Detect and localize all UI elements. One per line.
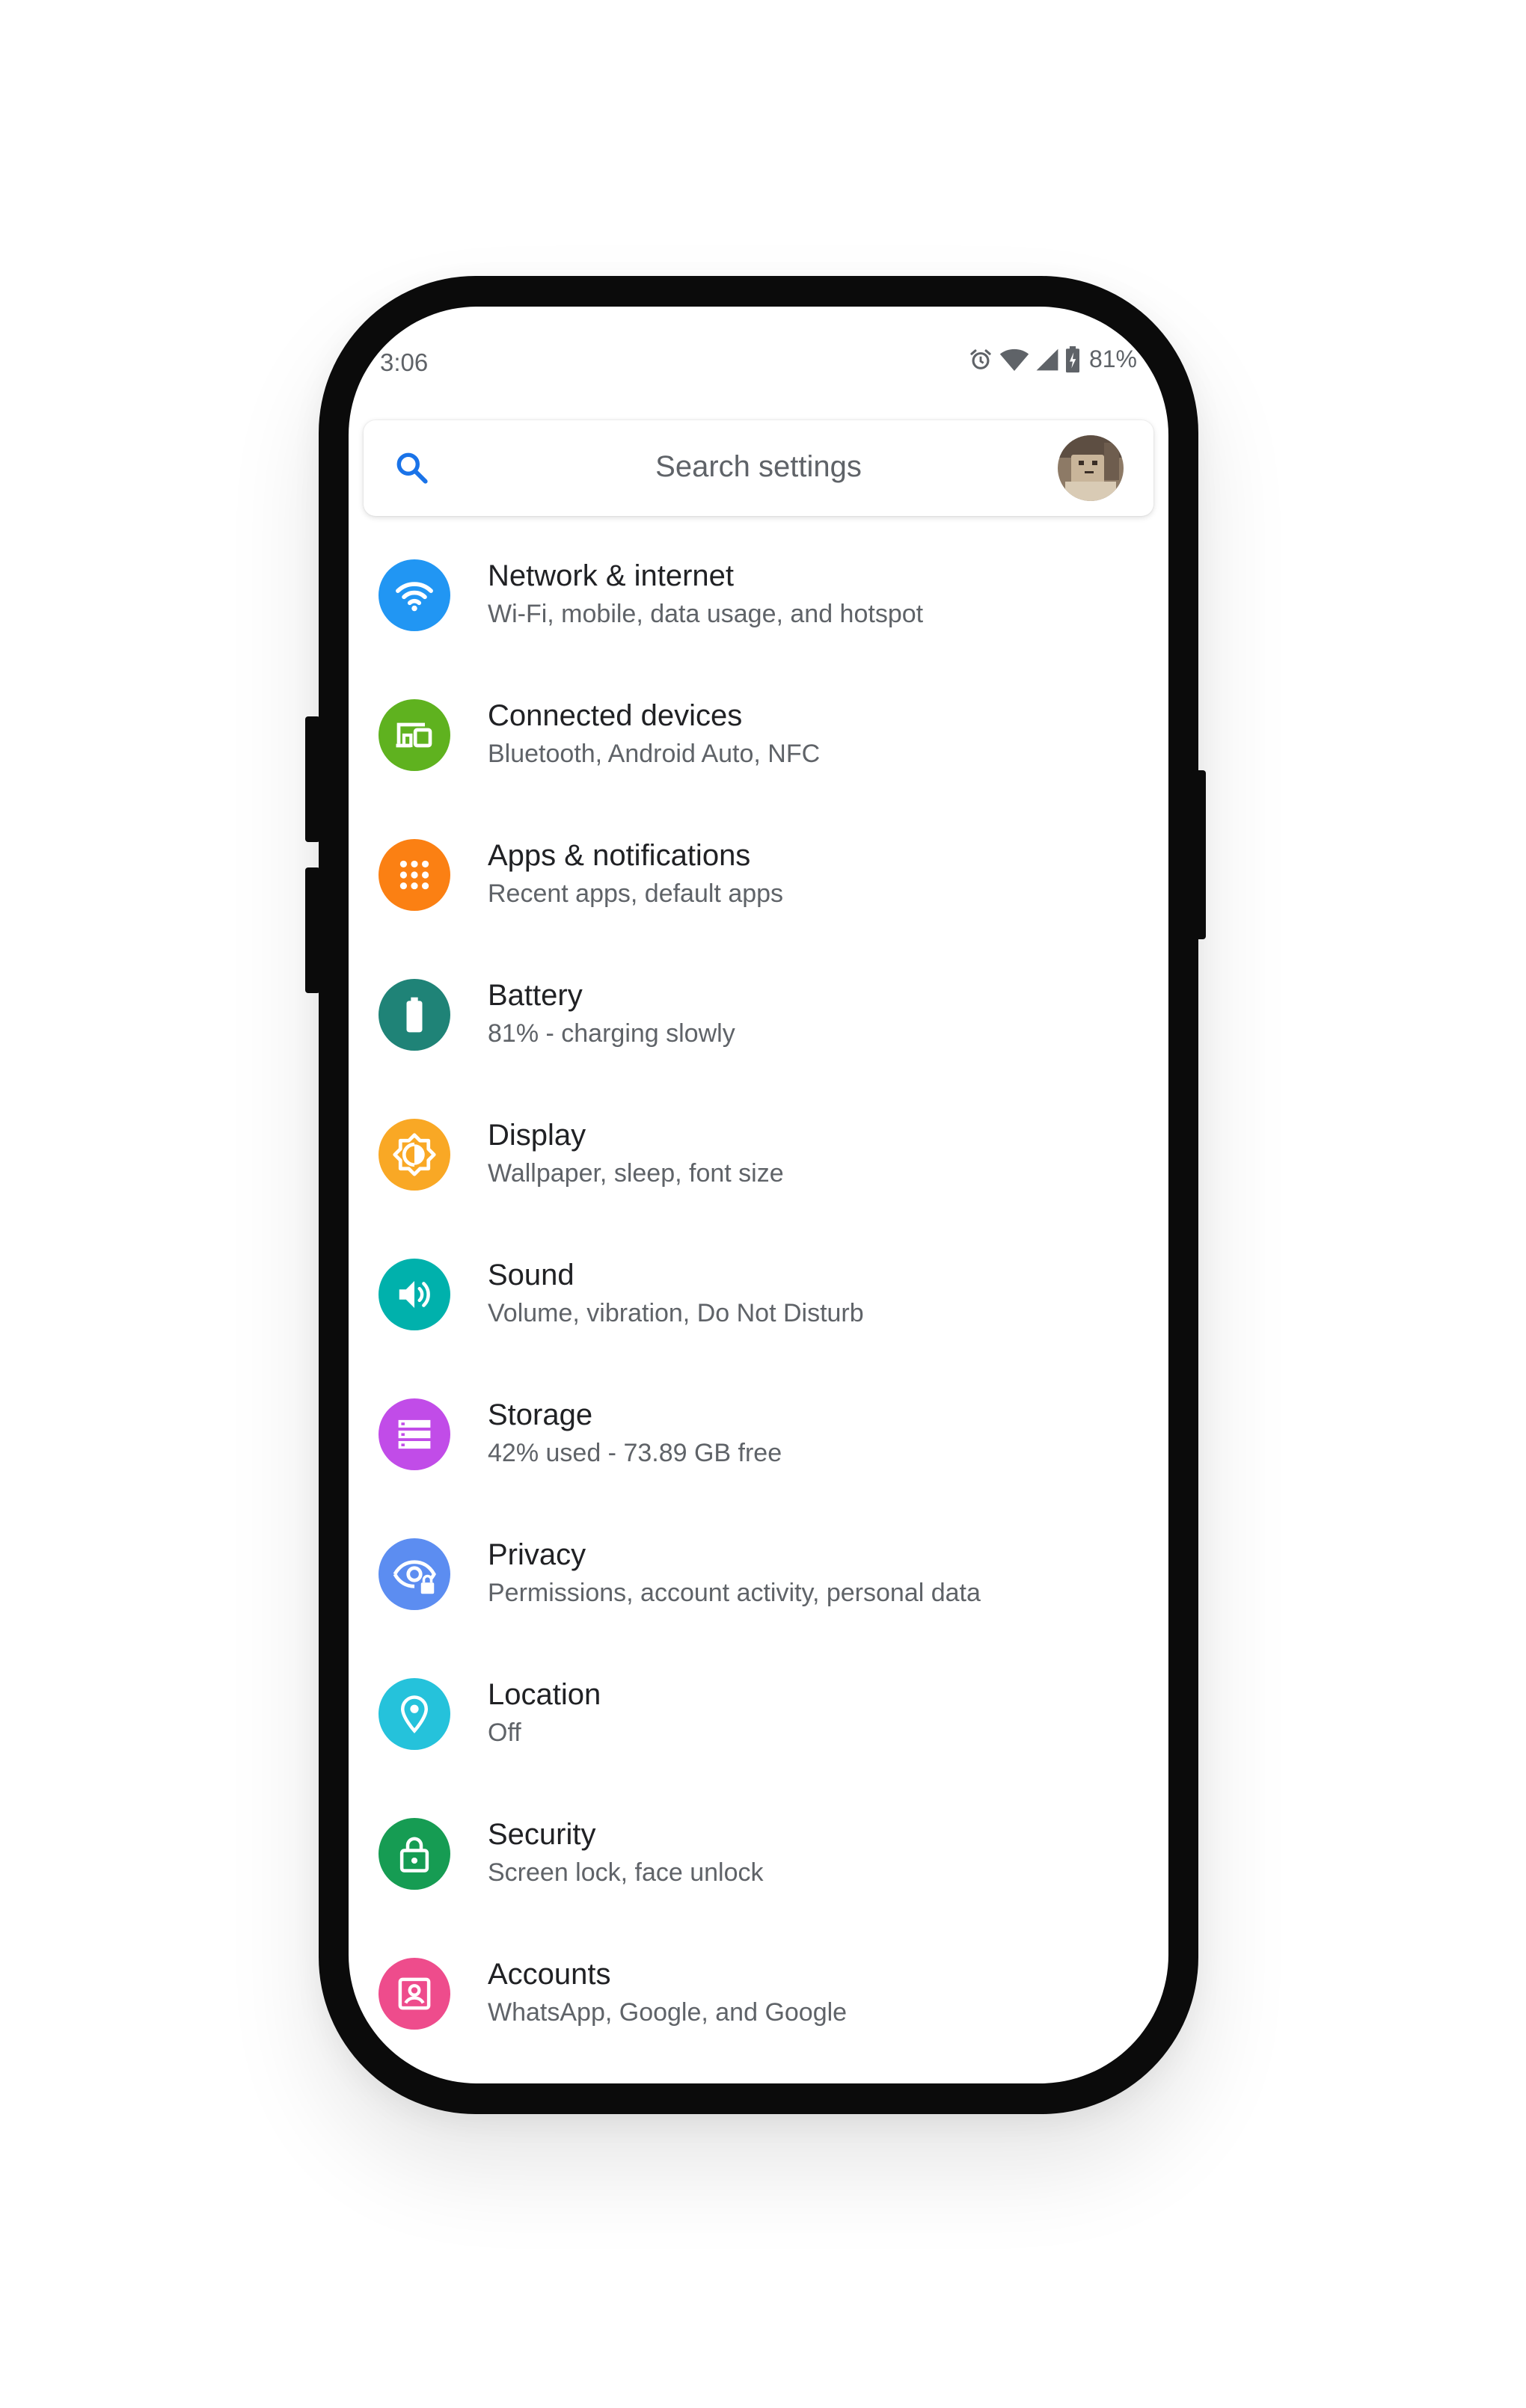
settings-item-location[interactable]: Location Off xyxy=(349,1672,1168,1812)
settings-item-sound[interactable]: Sound Volume, vibration, Do Not Disturb xyxy=(349,1253,1168,1392)
settings-item-subtitle: Permissions, account activity, personal … xyxy=(488,1579,981,1607)
settings-item-title: Battery xyxy=(488,979,583,1012)
settings-item-subtitle: Off xyxy=(488,1719,521,1747)
settings-item-subtitle: Wallpaper, sleep, font size xyxy=(488,1159,784,1188)
settings-item-subtitle: Screen lock, face unlock xyxy=(488,1858,764,1887)
status-icons: 81% xyxy=(968,345,1137,373)
phone-side-button xyxy=(305,867,320,993)
status-time: 3:06 xyxy=(380,348,429,376)
wifi-icon xyxy=(999,347,1029,372)
settings-item-title: Connected devices xyxy=(488,699,743,732)
battery-icon xyxy=(379,979,450,1051)
brightness-icon xyxy=(379,1119,450,1191)
settings-item-accounts[interactable]: Accounts WhatsApp, Google, and Google xyxy=(349,1952,1168,2083)
settings-item-title: Security xyxy=(488,1818,596,1851)
search-bar[interactable]: Search settings xyxy=(364,420,1153,516)
settings-item-subtitle: WhatsApp, Google, and Google xyxy=(488,1998,848,2027)
phone-side-button xyxy=(305,716,320,842)
status-bar: 3:06 81% xyxy=(349,307,1168,426)
settings-item-display[interactable]: Display Wallpaper, sleep, font size xyxy=(349,1113,1168,1253)
phone-side-button xyxy=(1191,770,1206,939)
settings-item-subtitle: 81% - charging slowly xyxy=(488,1019,735,1048)
settings-item-title: Apps & notifications xyxy=(488,839,751,872)
settings-item-title: Privacy xyxy=(488,1538,586,1571)
settings-item-privacy[interactable]: Privacy Permissions, account activity, p… xyxy=(349,1532,1168,1672)
settings-item-battery[interactable]: Battery 81% - charging slowly xyxy=(349,973,1168,1113)
settings-item-apps[interactable]: Apps & notifications Recent apps, defaul… xyxy=(349,833,1168,973)
settings-list: Network & internet Wi-Fi, mobile, data u… xyxy=(349,553,1168,2083)
location-pin-icon xyxy=(379,1678,450,1750)
wifi-icon xyxy=(379,559,450,631)
alarm-icon xyxy=(968,347,993,372)
settings-item-subtitle: 42% used - 73.89 GB free xyxy=(488,1439,782,1467)
settings-item-title: Storage xyxy=(488,1398,593,1431)
settings-item-storage[interactable]: Storage 42% used - 73.89 GB free xyxy=(349,1392,1168,1532)
phone-screen: 3:06 81% Search settings Network & inter… xyxy=(349,307,1168,2083)
settings-item-title: Display xyxy=(488,1119,586,1152)
avatar[interactable] xyxy=(1058,435,1124,501)
settings-item-subtitle: Wi-Fi, mobile, data usage, and hotspot xyxy=(488,600,924,628)
storage-icon xyxy=(379,1398,450,1470)
settings-item-title: Location xyxy=(488,1678,601,1711)
settings-item-subtitle: Volume, vibration, Do Not Disturb xyxy=(488,1299,864,1327)
settings-item-subtitle: Recent apps, default apps xyxy=(488,879,784,908)
settings-item-subtitle: Bluetooth, Android Auto, NFC xyxy=(488,740,821,768)
search-input[interactable]: Search settings xyxy=(364,450,1153,484)
settings-item-title: Sound xyxy=(488,1259,574,1291)
settings-item-title: Accounts xyxy=(488,1958,611,1991)
battery-charging-icon xyxy=(1065,345,1080,373)
battery-percent: 81% xyxy=(1088,345,1137,372)
cell-signal-icon xyxy=(1035,347,1059,372)
devices-icon xyxy=(379,699,450,771)
volume-icon xyxy=(379,1259,450,1330)
lock-icon xyxy=(379,1818,450,1890)
apps-grid-icon xyxy=(379,839,450,911)
settings-item-title: Network & internet xyxy=(488,559,735,592)
settings-item-connected-devices[interactable]: Connected devices Bluetooth, Android Aut… xyxy=(349,693,1168,833)
account-icon xyxy=(379,1958,450,2030)
settings-item-security[interactable]: Security Screen lock, face unlock xyxy=(349,1812,1168,1952)
privacy-eye-icon xyxy=(379,1538,450,1610)
settings-item-network[interactable]: Network & internet Wi-Fi, mobile, data u… xyxy=(349,553,1168,693)
